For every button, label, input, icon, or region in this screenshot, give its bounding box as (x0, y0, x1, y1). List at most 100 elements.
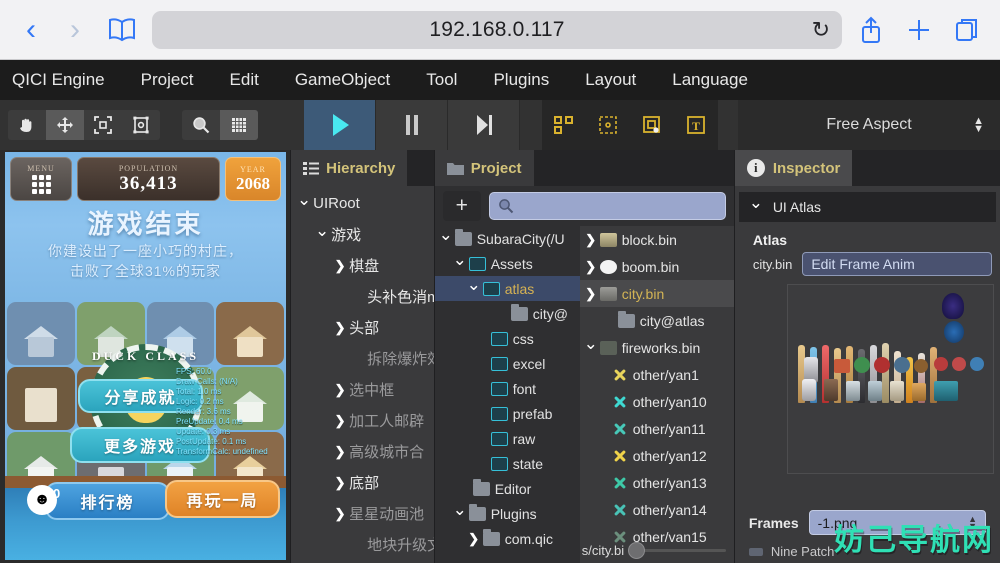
pause-button[interactable] (376, 100, 448, 150)
game-menu-button[interactable]: MENU (10, 157, 72, 201)
hierarchy-item-select-box[interactable]: 选中框 (291, 374, 434, 405)
hierarchy-item-bottom[interactable]: 底部 (291, 467, 434, 498)
play-button[interactable] (304, 100, 376, 150)
project-item-subaracity[interactable]: SubaraCity(/U (435, 226, 580, 251)
chevron-right-icon[interactable] (465, 531, 483, 547)
project-item-css[interactable]: css (435, 326, 580, 351)
hierarchy-item-star-anim[interactable]: 星星动画池 (291, 498, 434, 529)
menu-item-qici-engine[interactable]: QICI Engine (0, 70, 123, 90)
menu-item-gameobject[interactable]: GameObject (277, 70, 408, 90)
move-tool-icon[interactable] (46, 110, 84, 140)
file-item-city-bin[interactable]: city.bin (579, 280, 734, 307)
file-item-boom-bin[interactable]: boom.bin (580, 253, 734, 280)
file-item-block-bin[interactable]: block.bin (580, 226, 734, 253)
hierarchy-item-advanced-city[interactable]: 高级城市合 (291, 436, 434, 467)
file-item-city-atlas[interactable]: city@atlas (580, 307, 734, 334)
nine-patch-checkbox[interactable] (748, 547, 763, 556)
chevron-right-icon[interactable] (582, 286, 600, 302)
chevron-right-icon[interactable] (331, 444, 349, 460)
project-item-prefab[interactable]: prefab (435, 401, 580, 426)
share-icon[interactable] (852, 9, 890, 51)
tabs-icon[interactable] (948, 9, 986, 51)
url-bar[interactable]: 192.168.0.117 ↻ (152, 10, 842, 49)
leaderboard-button[interactable]: 排行榜 (45, 482, 170, 520)
menu-item-plugins[interactable]: Plugins (475, 70, 567, 90)
menu-item-edit[interactable]: Edit (212, 70, 277, 90)
chevron-down-icon[interactable] (451, 504, 469, 524)
hierarchy-item-game[interactable]: 游戏 (291, 219, 434, 250)
ui-atlas-section-header[interactable]: UI Atlas (738, 192, 997, 222)
hierarchy-item-demolish[interactable]: 拆除爆炸效 (291, 343, 434, 374)
chevron-down-icon[interactable] (747, 197, 765, 217)
file-item-yan12[interactable]: other/yan12 (580, 442, 734, 469)
reload-icon[interactable]: ↻ (812, 18, 830, 41)
chevron-right-icon[interactable] (582, 232, 600, 248)
tab-inspector[interactable]: i Inspector (734, 150, 853, 186)
bounds-gizmo-icon[interactable] (586, 100, 630, 150)
back-button[interactable]: ‹ (14, 10, 48, 50)
zoom-tool-icon[interactable] (182, 110, 220, 140)
chevron-down-icon[interactable] (437, 229, 455, 249)
project-item-state[interactable]: state (435, 451, 580, 476)
menu-item-project[interactable]: Project (123, 70, 212, 90)
bookmarks-icon[interactable] (102, 10, 142, 50)
hierarchy-item-head-fill[interactable]: 头补色消m (291, 281, 434, 312)
project-item-assets[interactable]: Assets (435, 251, 580, 276)
chevron-right-icon[interactable] (331, 320, 349, 336)
chevron-down-icon[interactable] (295, 194, 313, 214)
hierarchy-item-head[interactable]: 头部 (291, 312, 434, 343)
text-gizmo-icon[interactable]: T (674, 100, 718, 150)
chevron-right-icon[interactable] (331, 382, 349, 398)
hierarchy-item-worker[interactable]: 加工人邮辟 (291, 405, 434, 436)
game-view-panel[interactable]: MENU POPULATION 36,413 YEAR 2068 游戏结束 你建… (0, 150, 291, 563)
add-asset-button[interactable]: + (442, 191, 481, 221)
new-tab-icon[interactable] (900, 9, 938, 51)
project-item-com-qici[interactable]: com.qic (435, 526, 580, 551)
node-gizmo-icon[interactable] (542, 100, 586, 150)
project-item-raw[interactable]: raw (435, 426, 580, 451)
chevron-right-icon[interactable] (582, 259, 600, 275)
project-item-city-at[interactable]: city@ (435, 301, 580, 326)
project-item-editor[interactable]: Editor (435, 476, 580, 501)
pivot-gizmo-icon[interactable] (630, 100, 674, 150)
file-item-yan14[interactable]: other/yan14 (580, 496, 734, 523)
chevron-right-icon[interactable] (331, 506, 349, 522)
file-item-yan10[interactable]: other/yan10 (580, 388, 734, 415)
tab-hierarchy[interactable]: Hierarchy (291, 150, 408, 186)
menu-item-layout[interactable]: Layout (567, 70, 654, 90)
menu-item-tool[interactable]: Tool (408, 70, 475, 90)
rect-tool-icon[interactable] (122, 110, 160, 140)
project-item-atlas[interactable]: atlas (434, 276, 580, 301)
aspect-ratio-dropdown[interactable]: Free Aspect ▲ ▼ (738, 100, 1000, 150)
chevron-down-icon[interactable] (465, 279, 483, 299)
scale-tool-icon[interactable] (84, 110, 122, 140)
project-horizontal-scrollbar[interactable]: s/city.bi (580, 539, 734, 561)
hierarchy-item-tile-upgrade[interactable]: 地块升级文 (291, 529, 434, 560)
chevron-right-icon[interactable] (331, 413, 349, 429)
project-search-input[interactable] (488, 192, 726, 220)
project-item-plugins[interactable]: Plugins (435, 501, 580, 526)
file-item-yan13[interactable]: other/yan13 (580, 469, 734, 496)
hierarchy-item-board[interactable]: 棋盘 (291, 250, 434, 281)
hand-tool-icon[interactable] (8, 110, 46, 140)
chevron-down-icon[interactable] (582, 338, 600, 358)
atlas-texture-preview[interactable] (786, 284, 995, 474)
project-item-excel[interactable]: excel (435, 351, 580, 376)
scrollbar-thumb[interactable] (628, 541, 646, 559)
grid-tool-icon[interactable] (220, 110, 258, 140)
play-again-button[interactable]: 再玩一局 (165, 480, 280, 518)
chevron-down-icon[interactable] (313, 225, 331, 245)
step-button[interactable] (448, 100, 520, 150)
tab-project[interactable]: Project (434, 150, 534, 186)
edit-frame-anim-button[interactable]: Edit Frame Anim (802, 252, 993, 276)
file-item-yan1[interactable]: other/yan1 (580, 361, 734, 388)
project-item-font[interactable]: font (435, 376, 580, 401)
chevron-right-icon[interactable] (331, 475, 349, 491)
hierarchy-item-uiroot[interactable]: UIRoot (291, 188, 434, 219)
scrollbar-track[interactable] (628, 541, 726, 559)
file-item-yan11[interactable]: other/yan11 (580, 415, 734, 442)
forward-button[interactable]: › (58, 10, 92, 50)
chevron-down-icon[interactable] (451, 254, 469, 274)
game-canvas[interactable]: MENU POPULATION 36,413 YEAR 2068 游戏结束 你建… (5, 152, 286, 560)
file-item-fireworks-bin[interactable]: fireworks.bin (580, 334, 734, 361)
